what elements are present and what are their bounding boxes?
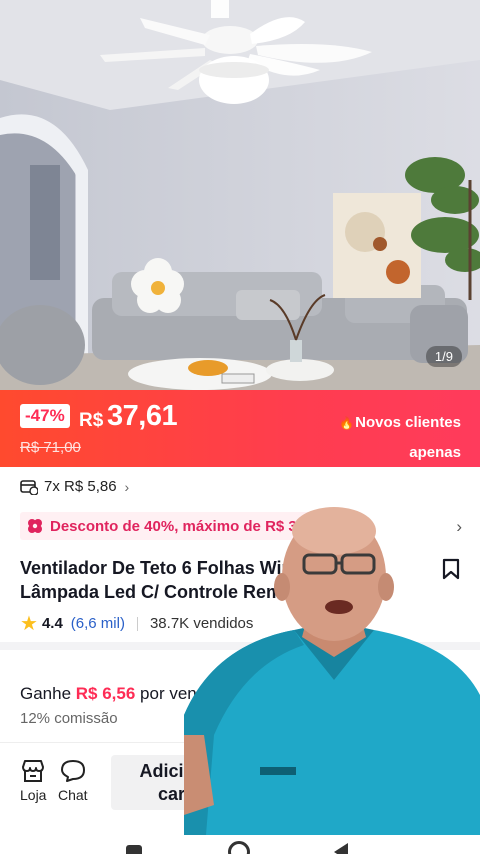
commission-rate: 12% comissão — [20, 710, 118, 727]
home-icon[interactable] — [228, 841, 250, 854]
chat-label: Chat — [58, 787, 88, 803]
coupon-icon — [28, 519, 42, 533]
webcam-overlay — [184, 505, 480, 835]
earn-amount: R$ 6,56 — [75, 684, 136, 703]
image-counter: 1/9 — [425, 346, 462, 367]
presenter-video — [184, 507, 480, 835]
product-image[interactable]: 1/9 — [0, 0, 480, 390]
back-icon[interactable] — [334, 843, 348, 854]
star-icon: ★ — [20, 613, 38, 635]
store-button[interactable]: Loja — [20, 759, 46, 803]
chevron-right-icon: › — [124, 478, 130, 495]
installment-icon — [20, 479, 38, 495]
store-icon — [22, 760, 45, 782]
installment-text: 7x R$ 5,86 — [44, 478, 117, 495]
original-price: R$ 71,00 — [20, 439, 81, 456]
living-room-photo — [0, 0, 480, 390]
chat-button[interactable]: Chat — [58, 759, 88, 803]
divider — [136, 616, 138, 631]
review-count[interactable]: (6,6 mil) — [71, 615, 125, 632]
new-customer-promo: 🔥Novos clientes apenas — [339, 414, 461, 461]
installment-row[interactable]: 7x R$ 5,86 › — [20, 478, 129, 495]
rating-score: 4.4 — [41, 615, 63, 632]
store-label: Loja — [20, 787, 47, 803]
recent-apps-icon[interactable] — [126, 845, 142, 854]
price-banner: -47% R$ 37,61 R$ 71,00 🔥Novos clientes a… — [0, 390, 480, 467]
discount-badge: -47% — [20, 404, 70, 428]
flame-icon: 🔥 — [339, 416, 355, 430]
price-currency: R$ — [79, 410, 104, 431]
system-nav-bar — [0, 837, 480, 854]
price-value: 37,61 — [107, 400, 178, 432]
chat-icon — [60, 760, 85, 782]
